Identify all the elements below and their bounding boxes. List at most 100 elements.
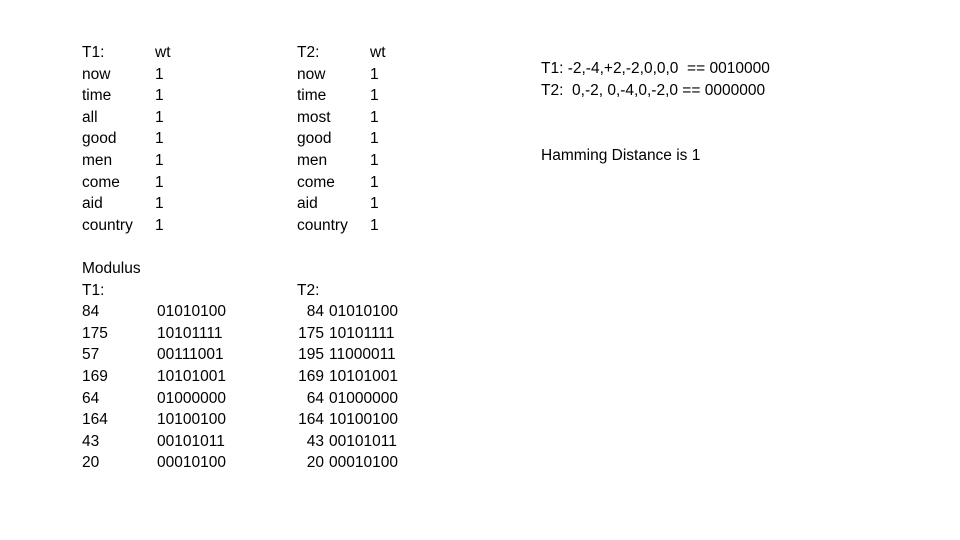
binary-cell: 10101001	[157, 367, 226, 385]
table-title-t1: T1:	[82, 44, 105, 61]
weight-cell: 1	[370, 130, 379, 148]
weight-cell: 1	[155, 216, 164, 234]
weight-cell: 1	[155, 108, 164, 126]
table-row: country 1	[297, 215, 410, 237]
term-cell: aid	[297, 195, 318, 213]
signature-line-t2: T2: 0,-2, 0,-4,0,-2,0 == 0000000	[541, 80, 770, 102]
table-header-row: T2: wt	[297, 42, 410, 64]
term-cell: now	[297, 65, 326, 83]
decimal-cell: 84	[306, 303, 324, 321]
binary-cell: 01010100	[329, 303, 398, 321]
binary-cell: 10100100	[329, 411, 398, 429]
signature-vector-t1: -2,-4,+2,-2,0,0,0	[563, 60, 683, 77]
weight-cell: 1	[370, 173, 379, 191]
weight-cell: 1	[370, 216, 379, 234]
modulus-title-t2: T2:	[297, 281, 320, 299]
signature-operator-t1: ==	[682, 60, 710, 77]
weight-cell: 1	[155, 195, 164, 213]
binary-cell: 01000000	[157, 389, 226, 407]
binary-cell: 01010100	[157, 303, 226, 321]
table-row: 175 10101111	[297, 323, 439, 345]
binary-cell: 10100100	[157, 411, 226, 429]
table-header-row: T1: wt	[82, 42, 195, 64]
term-cell: country	[297, 216, 348, 234]
table-row: 164 10100100	[297, 409, 439, 431]
weight-cell: 1	[370, 151, 379, 169]
binary-cell: 10101111	[329, 324, 395, 342]
weight-cell: 1	[155, 173, 164, 191]
hamming-distance-result: Hamming Distance is 1	[541, 147, 701, 164]
table-row: come 1	[82, 172, 195, 194]
table-row: 43 00101011	[297, 431, 439, 453]
table-row: 64 01000000	[82, 388, 267, 410]
table-row: now 1	[297, 64, 410, 86]
weight-cell: 1	[155, 65, 164, 83]
table-row: 164 10100100	[82, 409, 267, 431]
term-cell: come	[82, 173, 120, 191]
binary-cell: 00101011	[329, 432, 397, 450]
decimal-cell: 20	[82, 454, 100, 472]
table-row: come 1	[297, 172, 410, 194]
term-cell: country	[82, 216, 133, 234]
weight-cell: 1	[370, 108, 379, 126]
signature-bits-t2: 0000000	[704, 82, 766, 99]
decimal-cell: 64	[82, 389, 100, 407]
signature-label-t1: T1:	[541, 60, 564, 77]
decimal-cell: 195	[298, 346, 324, 364]
decimal-cell: 84	[82, 303, 100, 321]
decimal-cell: 57	[82, 346, 100, 364]
decimal-cell: 164	[82, 411, 108, 429]
signature-label-t2: T2:	[541, 82, 564, 99]
term-cell: time	[82, 87, 112, 105]
decimal-cell: 64	[306, 389, 324, 407]
table-row: 175 10101111	[82, 323, 267, 345]
term-cell: men	[297, 151, 328, 169]
decimal-cell: 43	[82, 432, 100, 450]
decimal-cell: 175	[298, 324, 324, 342]
modulus-section-heading: Modulus	[82, 260, 141, 277]
signature-summary-panel: T1: -2,-4,+2,-2,0,0,0 == 0010000 T2: 0,-…	[541, 58, 770, 102]
slide-canvas: T1: wt now 1 time 1 all 1 good 1 men 1 c…	[0, 0, 960, 540]
table-title-t2: T2:	[297, 44, 320, 61]
term-weight-table-t2: T2: wt now 1 time 1 most 1 good 1 men 1 …	[297, 42, 410, 236]
binary-cell: 00010100	[157, 454, 226, 472]
binary-cell: 10101111	[157, 324, 223, 342]
table-row: country 1	[82, 215, 195, 237]
decimal-cell: 169	[82, 367, 108, 385]
table-row: 64 01000000	[297, 388, 439, 410]
term-cell: good	[297, 130, 332, 148]
binary-cell: 01000000	[329, 389, 398, 407]
binary-cell: 00010100	[329, 454, 398, 472]
table-row: 20 00010100	[297, 452, 439, 474]
weight-cell: 1	[155, 130, 164, 148]
table-row: men 1	[82, 150, 195, 172]
signature-line-t1: T1: -2,-4,+2,-2,0,0,0 == 0010000	[541, 58, 770, 80]
modulus-table-t2: T2: 84 01010100 175 10101111 195 1100001…	[297, 280, 439, 474]
decimal-cell: 20	[306, 454, 324, 472]
weight-cell: 1	[370, 195, 379, 213]
table-row: good 1	[82, 128, 195, 150]
table-header-row: T2:	[297, 280, 439, 302]
term-cell: good	[82, 130, 117, 148]
table-row: most 1	[297, 107, 410, 129]
table-row: 20 00010100	[82, 452, 267, 474]
term-weight-table-t1: T1: wt now 1 time 1 all 1 good 1 men 1 c…	[82, 42, 195, 236]
weight-cell: 1	[155, 151, 164, 169]
decimal-cell: 43	[306, 432, 324, 450]
table-row: 57 00111001	[82, 344, 267, 366]
table-row: good 1	[297, 128, 410, 150]
term-cell: all	[82, 108, 98, 126]
decimal-cell: 164	[298, 411, 324, 429]
decimal-cell: 175	[82, 324, 108, 342]
table-row: aid 1	[82, 193, 195, 215]
table-header-row: T1:	[82, 280, 267, 302]
term-cell: time	[297, 87, 327, 105]
decimal-cell: 169	[298, 367, 324, 385]
table-row: 84 01010100	[297, 301, 439, 323]
table-row: 43 00101011	[82, 431, 267, 453]
modulus-title-t1: T1:	[82, 281, 105, 299]
column-header-weight: wt	[370, 44, 386, 61]
binary-cell: 00111001	[157, 346, 224, 364]
signature-bits-t1: 0010000	[709, 60, 770, 77]
term-cell: men	[82, 151, 113, 169]
